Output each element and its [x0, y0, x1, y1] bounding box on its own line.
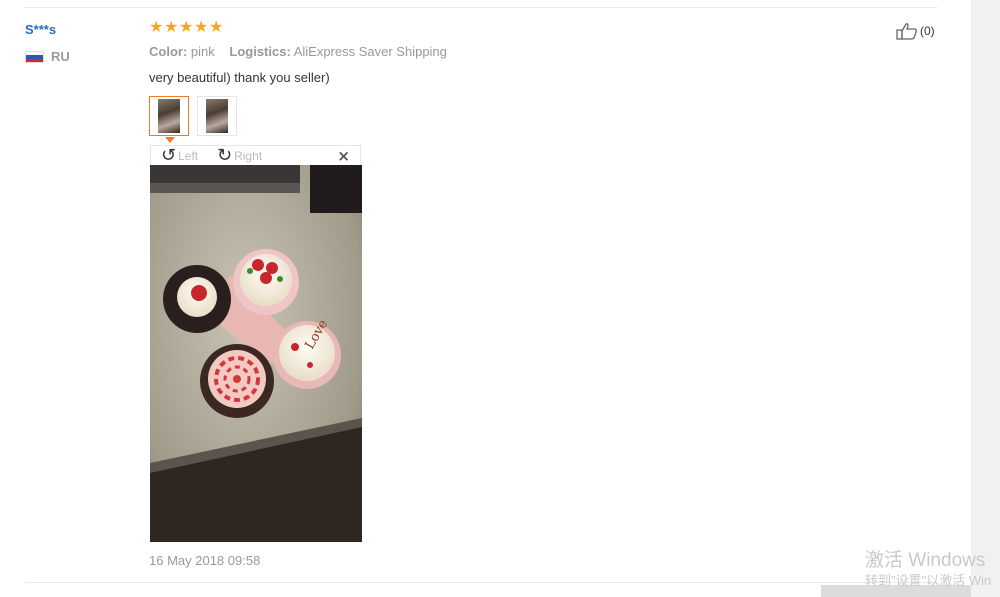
helpful-like-button[interactable]: (0)	[896, 22, 935, 40]
thumbs-up-icon	[896, 23, 917, 40]
rotate-left-button[interactable]: ↺ Left	[161, 146, 198, 166]
windows-activation-title: 激活 Windows	[865, 550, 986, 571]
vertical-scrollbar[interactable]	[971, 0, 1000, 597]
separator-top	[25, 7, 937, 8]
review-photo-image: Love	[150, 165, 362, 542]
color-value: pink	[190, 44, 215, 59]
color-label: Color:	[149, 44, 188, 59]
star-icon: ★	[164, 17, 179, 36]
reviewer-name[interactable]: S***s	[25, 22, 56, 37]
photo-thumbnail-1[interactable]	[149, 96, 189, 136]
review-date: 16 May 2018 09:58	[149, 553, 261, 568]
rotate-left-icon: ↺	[161, 145, 177, 166]
rotate-left-label: Left	[178, 149, 199, 163]
russia-flag-icon	[25, 51, 44, 63]
rotate-right-icon: ↻	[217, 145, 233, 166]
rotate-right-label: Right	[234, 149, 263, 163]
star-icon: ★	[209, 17, 224, 36]
image-viewer-toolbar: ↺ Left ↻ Right ×	[150, 145, 361, 166]
reviewer-country: RU	[51, 49, 70, 64]
like-count: (0)	[920, 24, 935, 38]
logistics-label: Logistics:	[229, 44, 291, 59]
order-meta: Color: pink Logistics: AliExpress Saver …	[149, 44, 447, 59]
selected-thumbnail-indicator	[165, 137, 175, 143]
close-viewer-button[interactable]: ×	[337, 147, 350, 165]
review-text: very beautiful) thank you seller)	[149, 70, 330, 85]
windows-activation-subtitle: 转到"设置"以激活 Win	[865, 573, 992, 588]
rotate-right-button[interactable]: ↻ Right	[217, 146, 262, 166]
review-photo-large: Love	[150, 165, 362, 542]
logistics-value: AliExpress Saver Shipping	[293, 44, 447, 59]
star-rating: ★ ★ ★ ★ ★	[149, 17, 224, 36]
separator-bottom	[25, 582, 937, 583]
star-icon: ★	[179, 17, 194, 36]
photo-thumbnail-2[interactable]	[197, 96, 237, 136]
star-icon: ★	[149, 17, 164, 36]
star-icon: ★	[194, 17, 209, 36]
